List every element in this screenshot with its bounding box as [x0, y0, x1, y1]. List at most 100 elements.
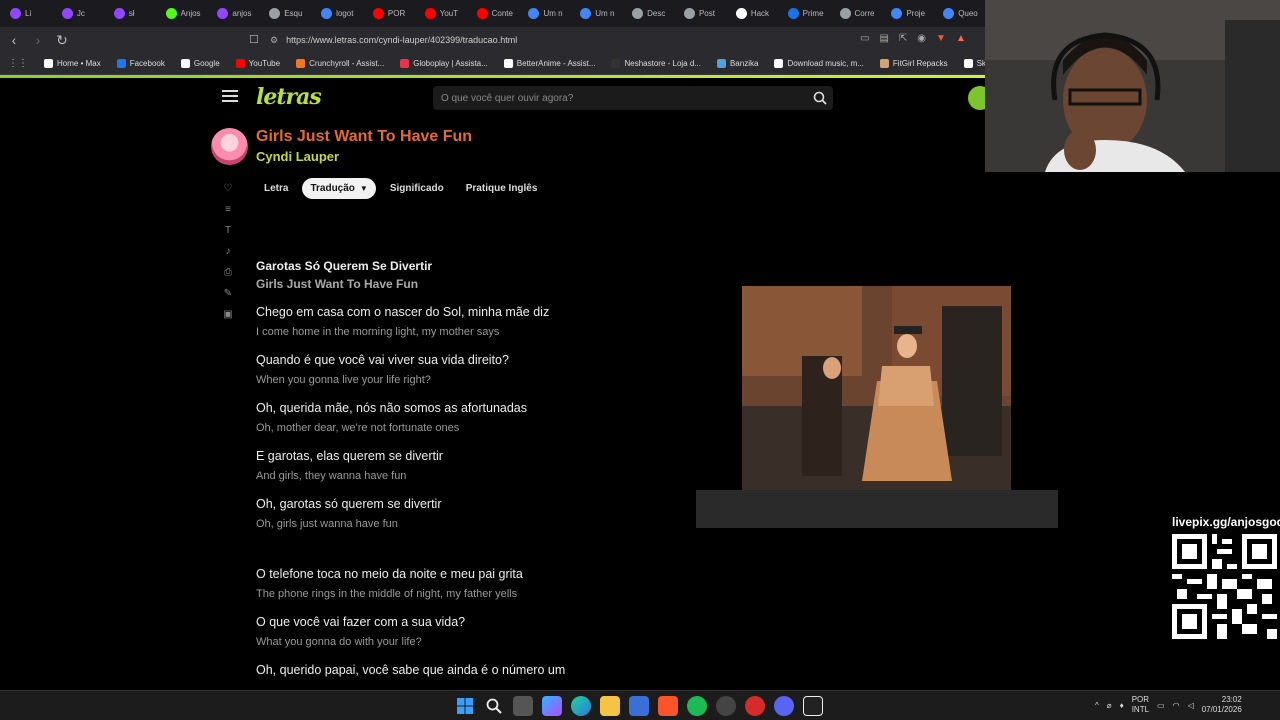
browser-tab[interactable]: Prime	[778, 0, 830, 27]
browser-tab[interactable]: sł	[104, 0, 156, 27]
print-icon[interactable]: ⎙	[221, 266, 235, 280]
browser-tab[interactable]: Corre	[830, 0, 882, 27]
site-settings-icon[interactable]: ⚙	[270, 35, 278, 46]
tab-label: Corre	[854, 9, 875, 18]
song-tab[interactable]: Letra	[256, 178, 296, 199]
task-view-icon[interactable]	[513, 696, 533, 716]
wifi-icon[interactable]: ◠	[1173, 701, 1180, 710]
song-title: Girls Just Want To Have Fun	[256, 128, 473, 145]
bookmark-item[interactable]: Banzika	[709, 59, 766, 68]
browser-tab[interactable]: Conte	[467, 0, 519, 27]
browser-tab[interactable]: Um n	[518, 0, 570, 27]
font-size-icon[interactable]: T	[221, 224, 235, 238]
report-icon[interactable]: ▣	[221, 308, 235, 322]
volume-icon[interactable]: ◁	[1188, 701, 1194, 710]
song-tab[interactable]: Pratique Inglês	[458, 178, 546, 199]
tab-label: Proje	[906, 9, 926, 18]
browser-tab[interactable]: Esqu	[259, 0, 311, 27]
browser-tab[interactable]: YouT	[415, 0, 467, 27]
add-playlist-icon[interactable]: ≡	[221, 203, 235, 217]
artist-avatar[interactable]	[211, 128, 248, 165]
browser-tab[interactable]: POR	[363, 0, 415, 27]
bookmark-item[interactable]: Google	[173, 59, 228, 68]
brave-icon[interactable]	[658, 696, 678, 716]
brave-shield-icon[interactable]: ▼	[936, 33, 946, 44]
lyric-line: Oh, querida mãe, nós não somos as afortu…	[256, 401, 676, 435]
tab-favicon-icon	[632, 8, 644, 19]
rss-icon[interactable]: ◉	[917, 33, 926, 44]
share-icon[interactable]: ⇱	[899, 33, 907, 44]
bookmark-item[interactable]: BetterAnime - Assist...	[496, 59, 604, 68]
bookmark-favicon-icon	[611, 59, 621, 68]
artist-name[interactable]: Cyndi Lauper	[256, 149, 339, 164]
apps-grid-icon[interactable]: ⋮⋮	[8, 58, 28, 69]
browser-tab[interactable]: Anjos	[156, 0, 208, 27]
tray-chevron-icon[interactable]: ^	[1095, 701, 1099, 710]
bookmark-item[interactable]: Facebook	[109, 59, 173, 68]
screenshot-icon[interactable]: ▭	[860, 33, 869, 44]
rewards-icon[interactable]: ▲	[956, 33, 966, 44]
url-field[interactable]: ⚙ https://www.letras.com/cyndi-lauper/40…	[270, 31, 850, 49]
video-controls-bar[interactable]	[696, 490, 1058, 528]
menu-icon[interactable]	[222, 90, 238, 102]
bookmark-item[interactable]: Skidrow & Relo	[956, 59, 985, 68]
bookmark-favicon-icon	[503, 59, 513, 68]
bookmark-item[interactable]: Neshastore - Loja d...	[603, 59, 708, 68]
browser-tab[interactable]: Jc	[52, 0, 104, 27]
windows-start-icon[interactable]	[455, 696, 475, 716]
file-explorer-icon[interactable]	[600, 696, 620, 716]
back-icon[interactable]: ‹	[4, 32, 24, 48]
url-text: https://www.letras.com/cyndi-lauper/4023…	[286, 35, 518, 45]
browser-tab[interactable]: Um n	[570, 0, 622, 27]
network-icon[interactable]: ⌀	[1107, 701, 1112, 710]
edge-icon[interactable]	[571, 696, 591, 716]
reader-icon[interactable]: ▤	[879, 33, 888, 44]
display-icon[interactable]: ▭	[1157, 701, 1165, 710]
reload-icon[interactable]: ↻	[52, 32, 72, 49]
clock[interactable]: 23:02 07/01/2026	[1202, 695, 1242, 715]
bookmark-icon[interactable]: ☐	[249, 33, 259, 46]
browser-tab[interactable]: anjos	[207, 0, 259, 27]
lang-code: POR	[1131, 695, 1150, 704]
favorite-icon[interactable]: ♡	[221, 182, 235, 196]
capcut-icon[interactable]	[803, 696, 823, 716]
guitar-icon[interactable]: ♪	[221, 245, 235, 259]
mic-icon[interactable]: ♦	[1120, 701, 1124, 710]
search-icon[interactable]	[813, 91, 827, 105]
language-indicator[interactable]: POR INTL	[1132, 695, 1149, 715]
song-tab[interactable]: Significado	[382, 178, 452, 199]
search-taskbar-icon[interactable]	[484, 696, 504, 716]
browser-tab[interactable]: Proje	[881, 0, 933, 27]
discord-icon[interactable]	[774, 696, 794, 716]
chatgpt-icon[interactable]	[716, 696, 736, 716]
video-player[interactable]	[696, 286, 1058, 528]
bookmark-item[interactable]: Download music, m...	[766, 59, 871, 68]
bookmark-item[interactable]: YouTube	[228, 59, 288, 68]
bookmark-item[interactable]: FitGirl Repacks	[872, 59, 956, 68]
store-icon[interactable]	[629, 696, 649, 716]
bookmark-item[interactable]: Globoplay | Assista...	[392, 59, 496, 68]
tab-label: Um n	[595, 9, 615, 18]
copilot-icon[interactable]	[542, 696, 562, 716]
letras-logo[interactable]: letras	[256, 84, 322, 110]
browser-tab[interactable]: Post	[674, 0, 726, 27]
browser-tab[interactable]: Queo	[933, 0, 985, 27]
forward-icon[interactable]: ›	[28, 32, 48, 48]
song-tabs: Letra Tradução ▼ Significado Pratique Inglês	[256, 178, 545, 199]
tab-favicon-icon	[165, 8, 177, 19]
edit-icon[interactable]: ✎	[221, 287, 235, 301]
bookmark-item[interactable]: Crunchyroll - Assist...	[288, 59, 392, 68]
browser-tab[interactable]: logot	[311, 0, 363, 27]
browser-tab[interactable]: Desc	[622, 0, 674, 27]
search-input[interactable]	[441, 92, 801, 104]
browser-tab[interactable]: Li	[0, 0, 52, 27]
bookmark-item[interactable]: Home • Max	[36, 59, 109, 68]
obs-icon[interactable]	[745, 696, 765, 716]
spotify-icon[interactable]	[687, 696, 707, 716]
video-frame[interactable]	[742, 286, 1011, 490]
tab-label: Anjos	[180, 9, 201, 18]
browser-tab[interactable]: Hack	[726, 0, 778, 27]
bookmark-label: Neshastore - Loja d...	[624, 59, 701, 68]
lyric-original: Oh, mother dear, we're not fortunate one…	[256, 422, 460, 434]
song-tab[interactable]: Tradução ▼	[302, 178, 376, 199]
